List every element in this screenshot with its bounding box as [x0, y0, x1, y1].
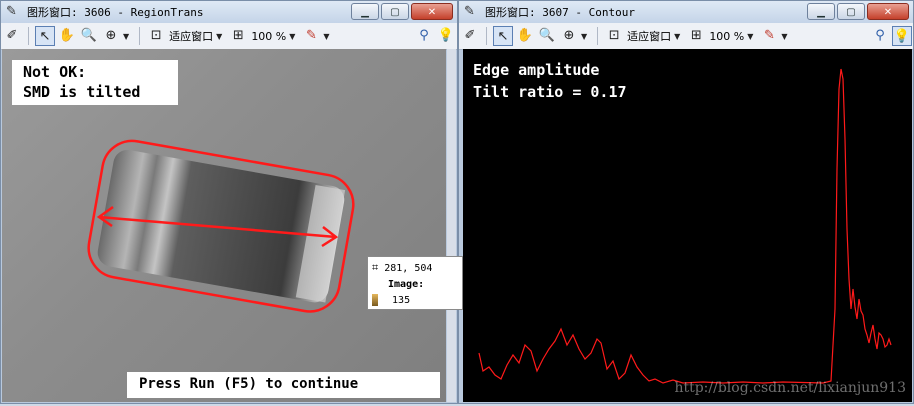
halcon-window-icon: ✎: [6, 4, 17, 19]
status-message: Not OK: SMD is tilted: [12, 60, 178, 105]
zoom-in-icon[interactable]: ⊕: [559, 26, 579, 46]
zoom-level[interactable]: 100 %: [709, 30, 744, 43]
status-line-1: Not OK:: [23, 63, 87, 81]
minimize-button[interactable]: ▁: [351, 3, 379, 20]
window-title: 图形窗口: 3606 - RegionTrans: [27, 6, 204, 19]
chevron-down-icon[interactable]: ▼: [323, 32, 329, 41]
pencil-icon[interactable]: ✐: [460, 26, 480, 46]
title-bar[interactable]: ✎ 图形窗口: 3606 - RegionTrans ▁ ▢ ✕: [1, 1, 457, 23]
close-button[interactable]: ✕: [411, 3, 453, 20]
zoom-in-icon[interactable]: ⊕: [101, 26, 121, 46]
vertical-scrollbar[interactable]: [447, 49, 456, 402]
color-brush-icon[interactable]: ✎: [759, 26, 779, 46]
zoom-level[interactable]: 100 %: [251, 30, 286, 43]
chevron-down-icon[interactable]: ▼: [216, 32, 222, 41]
window-title: 图形窗口: 3607 - Contour: [485, 6, 635, 19]
status-line-2: SMD is tilted: [23, 83, 141, 101]
fit-window-label[interactable]: 适应窗口: [169, 28, 213, 44]
color-brush-icon[interactable]: ✎: [301, 26, 321, 46]
continue-hint: Press Run (F5) to continue: [127, 372, 440, 398]
chevron-down-icon[interactable]: ▼: [123, 32, 129, 41]
fit-window-icon[interactable]: ⊡: [146, 26, 166, 46]
chevron-down-icon[interactable]: ▼: [289, 32, 295, 41]
chevron-down-icon[interactable]: ▼: [747, 32, 753, 41]
zoom-percent-icon[interactable]: ⊞: [228, 26, 248, 46]
halcon-window-icon: ✎: [464, 4, 475, 19]
fit-window-icon[interactable]: ⊡: [604, 26, 624, 46]
zoom-percent-icon[interactable]: ⊞: [686, 26, 706, 46]
pixel-info-icon[interactable]: ⚲: [870, 26, 890, 46]
watermark: http://blog.csdn.net/lixianjun913: [674, 380, 906, 396]
tooltip-gray-value: 135: [392, 295, 411, 306]
gray-value-swatch-icon: [372, 294, 378, 306]
maximize-button[interactable]: ▢: [381, 3, 409, 20]
crosshair-icon: ⌗: [372, 261, 379, 274]
pixel-info-tooltip: ⌗ 281, 504 Image: 135: [367, 256, 463, 310]
minimize-button[interactable]: ▁: [807, 3, 835, 20]
plot-title: Edge amplitude: [473, 61, 600, 79]
chevron-down-icon[interactable]: ▼: [581, 32, 587, 41]
magnifier-icon[interactable]: 🔍: [79, 26, 99, 46]
maximize-button[interactable]: ▢: [837, 3, 865, 20]
magnifier-icon[interactable]: 🔍: [537, 26, 557, 46]
window-toolbar: ✐ ↖ ✋ 🔍 ⊕ ▼ ⊡ 适应窗口 ▼ ⊞ 100 % ▼ ✎ ▼ ⚲ 💡: [459, 23, 913, 50]
fit-window-label[interactable]: 适应窗口: [627, 28, 671, 44]
close-button[interactable]: ✕: [867, 3, 909, 20]
pointer-icon[interactable]: ↖: [35, 26, 55, 46]
window-toolbar: ✐ ↖ ✋ 🔍 ⊕ ▼ ⊡ 适应窗口 ▼ ⊞ 100 % ▼ ✎ ▼ ⚲ 💡: [1, 23, 457, 50]
tooltip-image-label: Image:: [388, 279, 425, 290]
chevron-down-icon[interactable]: ▼: [781, 32, 787, 41]
hand-pan-icon[interactable]: ✋: [57, 26, 77, 46]
amplitude-curve: [478, 68, 892, 384]
lightbulb-icon[interactable]: 💡: [436, 26, 456, 46]
tooltip-coords: 281, 504: [384, 263, 433, 274]
lightbulb-icon[interactable]: 💡: [892, 26, 912, 46]
pixel-info-icon[interactable]: ⚲: [414, 26, 434, 46]
pointer-icon[interactable]: ↖: [493, 26, 513, 46]
hand-pan-icon[interactable]: ✋: [515, 26, 535, 46]
tilt-ratio-text: Tilt ratio = 0.17: [473, 83, 627, 101]
pencil-icon[interactable]: ✐: [2, 26, 22, 46]
title-bar[interactable]: ✎ 图形窗口: 3607 - Contour ▁ ▢ ✕: [459, 1, 913, 23]
chevron-down-icon[interactable]: ▼: [674, 32, 680, 41]
